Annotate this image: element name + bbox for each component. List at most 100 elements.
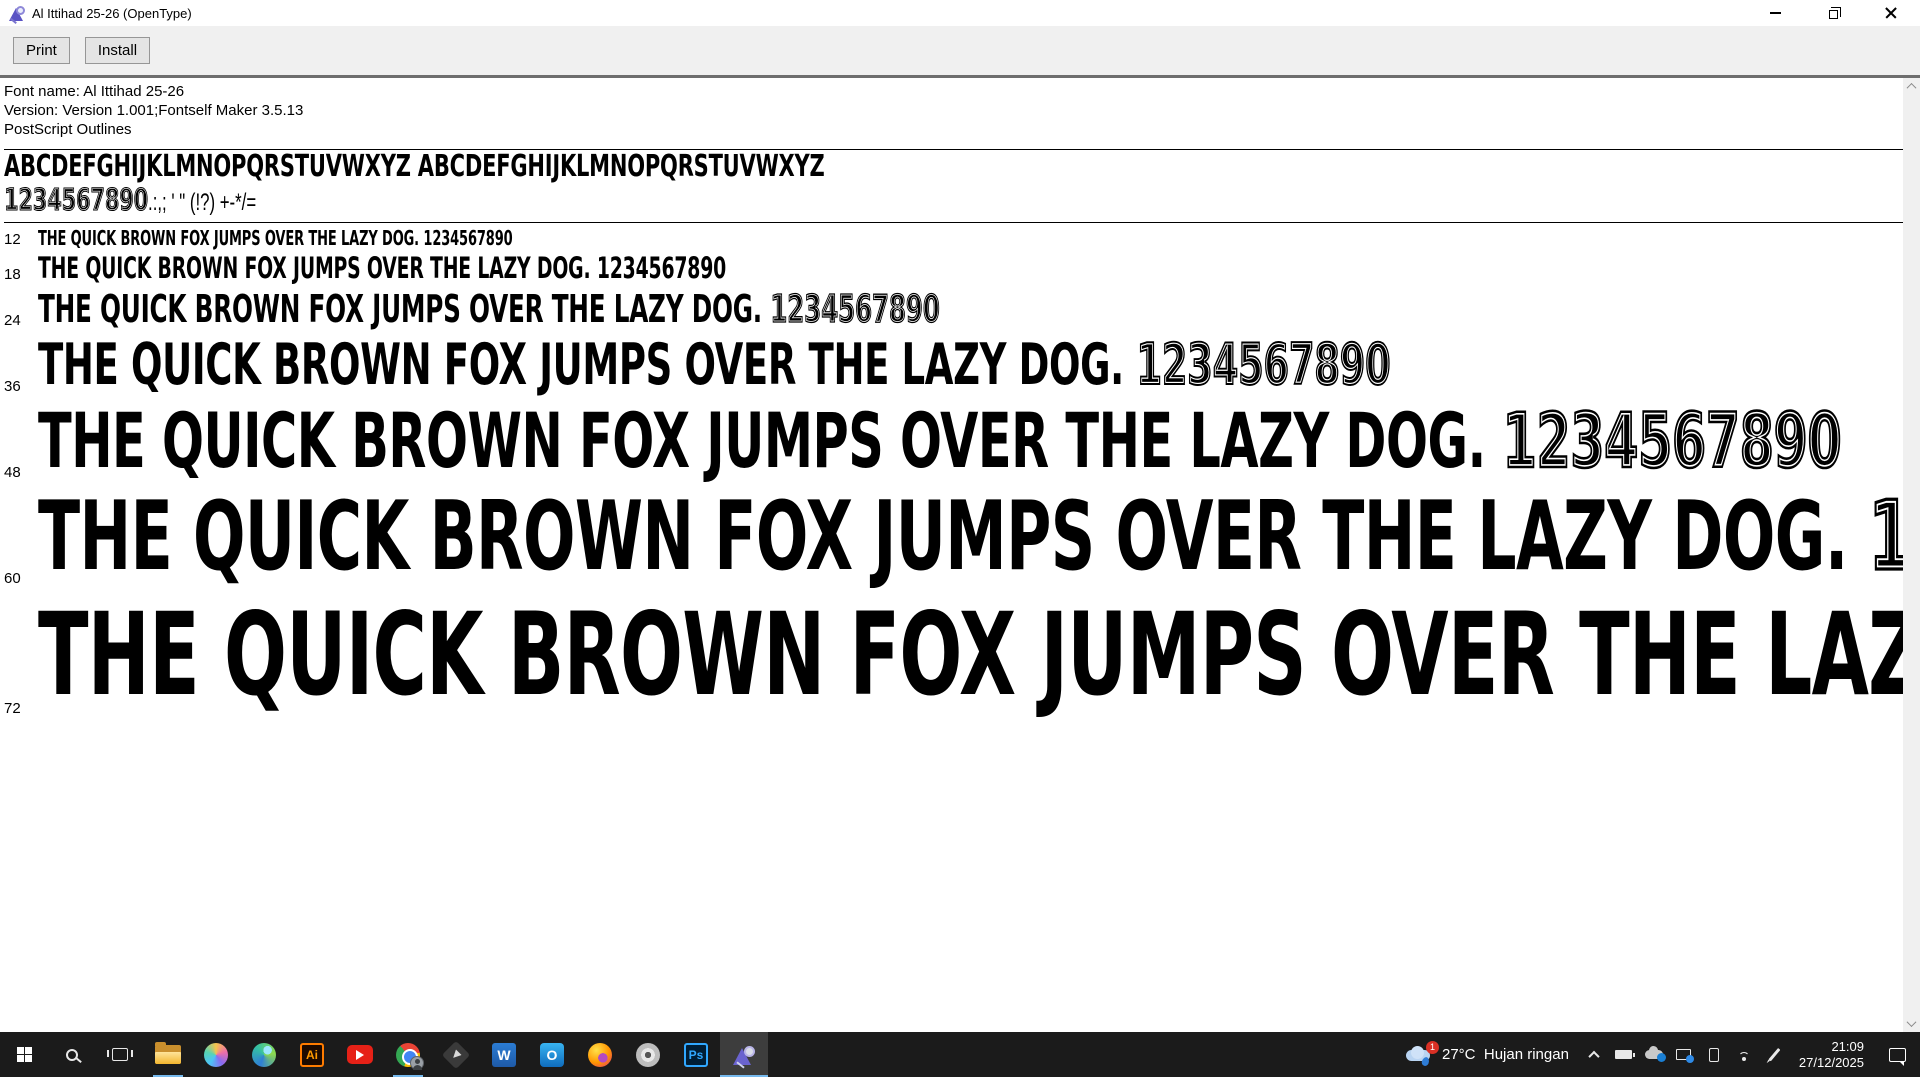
word-button[interactable]: W (480, 1032, 528, 1077)
size-label: 18 (4, 266, 38, 286)
firefox-button[interactable] (576, 1032, 624, 1077)
pen-icon (1768, 1048, 1780, 1061)
preview-row-12: 12 THE QUICK BROWN FOX JUMPS OVER THE LA… (4, 226, 1903, 251)
sample-text: THE QUICK BROWN FOX JUMPS OVER THE LAZY … (38, 484, 1903, 590)
taskbar: Ai W O Ps 1 27°C Hujan ringan (0, 1032, 1920, 1077)
search-icon (66, 1049, 78, 1061)
word-icon: W (492, 1043, 516, 1067)
font-preview-scrollpane: Font name: Al Ittihad 25-26 Version: Ver… (0, 78, 1903, 1032)
temperature: 27°C (1442, 1046, 1476, 1063)
window-controls (1746, 0, 1920, 26)
preview-row-48: 48 THE QUICK BROWN FOX JUMPS OVER THE LA… (4, 398, 1903, 484)
install-button[interactable]: Install (85, 37, 150, 64)
running-indicator (393, 1075, 423, 1078)
onedrive-cloud-icon (1645, 1050, 1663, 1059)
network-tray-button[interactable] (1729, 1032, 1759, 1077)
minimize-icon (1770, 12, 1781, 14)
font-viewer-taskbar-button[interactable] (720, 1032, 768, 1077)
size-label: 60 (4, 570, 38, 590)
size-label: 24 (4, 312, 38, 332)
firefox-icon (588, 1043, 612, 1067)
copilot-button[interactable] (192, 1032, 240, 1077)
vertical-scrollbar[interactable] (1903, 78, 1920, 1032)
sample-text: THE QUICK BROWN FOX JUMPS OVER THE LAZY … (38, 332, 1390, 398)
chevron-up-icon (1588, 1050, 1599, 1061)
disc-app-button[interactable] (624, 1032, 672, 1077)
disc-icon (636, 1043, 660, 1067)
phone-icon (1709, 1048, 1719, 1062)
taskbar-search-button[interactable] (48, 1032, 96, 1077)
size-label: 48 (4, 464, 38, 484)
outlook-button[interactable]: O (528, 1032, 576, 1077)
illustrator-button[interactable]: Ai (288, 1032, 336, 1077)
charset-digits: 1234567890 (4, 184, 148, 218)
running-indicator (153, 1075, 183, 1078)
charset-letters: ABCDEFGHIJKLMNOPQRSTUVWXYZ ABCDEFGHIJKLM… (4, 150, 1903, 184)
task-view-button[interactable] (96, 1032, 144, 1077)
copilot-icon (204, 1043, 228, 1067)
size-label: 72 (4, 700, 38, 720)
font-name-line: Font name: Al Ittihad 25-26 (4, 82, 1903, 101)
photoshop-button[interactable]: Ps (672, 1032, 720, 1077)
inkscape-button[interactable] (432, 1032, 480, 1077)
sample-text: THE QUICK BROWN FOX JUMPS OVER THE LAZY … (38, 398, 1841, 484)
show-hidden-icons-button[interactable] (1579, 1032, 1609, 1077)
print-button[interactable]: Print (13, 37, 70, 64)
onedrive-tray-button[interactable] (1639, 1032, 1669, 1077)
restore-button[interactable] (1804, 0, 1862, 26)
weather-widget[interactable]: 1 27°C Hujan ringan (1396, 1032, 1579, 1077)
chrome-button[interactable] (384, 1032, 432, 1077)
photoshop-icon: Ps (684, 1043, 708, 1067)
file-explorer-button[interactable] (144, 1032, 192, 1077)
chevron-up-icon (1907, 83, 1917, 93)
youtube-button[interactable] (336, 1032, 384, 1077)
system-tray: 1 27°C Hujan ringan 21:09 27/12/2025 (1396, 1032, 1920, 1077)
battery-tray-button[interactable] (1609, 1032, 1639, 1077)
toolbar: Print Install (0, 26, 1920, 78)
sample-text: THE QUICK BROWN FOX JUMPS OVER THE LAZY … (38, 286, 940, 332)
phone-link-tray-button[interactable] (1699, 1032, 1729, 1077)
active-indicator (720, 1075, 768, 1078)
preview-row-18: 18 THE QUICK BROWN FOX JUMPS OVER THE LA… (4, 251, 1903, 286)
font-version-line: Version: Version 1.001;Fontself Maker 3.… (4, 101, 1903, 120)
start-button[interactable] (0, 1032, 48, 1077)
clock-widget[interactable]: 21:09 27/12/2025 (1789, 1032, 1874, 1077)
youtube-icon (347, 1045, 373, 1064)
preview-row-60: 60 THE QUICK BROWN FOX JUMPS OVER THE LA… (4, 484, 1903, 590)
minimize-button[interactable] (1746, 0, 1804, 26)
size-label: 12 (4, 231, 38, 251)
illustrator-icon: Ai (300, 1043, 324, 1067)
preview-row-24: 24 THE QUICK BROWN FOX JUMPS OVER THE LA… (4, 286, 1903, 332)
charset-digits-symbols: 1234567890.:,; ' " (!?) +-*/= (4, 184, 1903, 218)
action-center-button[interactable] (1874, 1032, 1920, 1077)
profile-avatar (410, 1056, 424, 1070)
sample-text: THE QUICK BROWN FOX JUMPS OVER THE LAZY … (38, 251, 726, 286)
scroll-up-button[interactable] (1903, 78, 1920, 95)
clock-time: 21:09 (1831, 1039, 1864, 1054)
display-cast-tray-button[interactable] (1669, 1032, 1699, 1077)
charset-symbols: .:,; ' " (!?) +-*/= (148, 189, 256, 216)
notification-badge: 1 (1426, 1041, 1439, 1054)
divider (4, 222, 1903, 223)
font-viewer-app-icon (8, 5, 25, 22)
font-preview-area: Font name: Al Ittihad 25-26 Version: Ver… (0, 78, 1920, 1032)
scroll-down-button[interactable] (1903, 1015, 1920, 1032)
task-view-icon (112, 1048, 128, 1061)
close-icon (1885, 7, 1897, 19)
wifi-icon (1736, 1049, 1752, 1061)
restore-icon (1829, 10, 1838, 19)
windows-logo-icon (17, 1047, 32, 1062)
preview-row-72: 72 THE QUICK BROWN FOX JUMPS OVER THE LA… (4, 590, 1903, 720)
pen-tray-button[interactable] (1759, 1032, 1789, 1077)
chrome-icon (396, 1043, 420, 1067)
preview-row-36: 36 THE QUICK BROWN FOX JUMPS OVER THE LA… (4, 332, 1903, 398)
window-title: Al Ittihad 25-26 (OpenType) (32, 6, 192, 21)
outlook-icon: O (540, 1043, 564, 1067)
weather-rain-icon: 1 (1406, 1046, 1433, 1064)
close-button[interactable] (1862, 0, 1920, 26)
sample-text: THE QUICK BROWN FOX JUMPS OVER THE LAZY … (38, 590, 1903, 720)
edge-icon (252, 1043, 276, 1067)
weather-condition: Hujan ringan (1484, 1046, 1569, 1063)
size-label: 36 (4, 378, 38, 398)
edge-button[interactable] (240, 1032, 288, 1077)
